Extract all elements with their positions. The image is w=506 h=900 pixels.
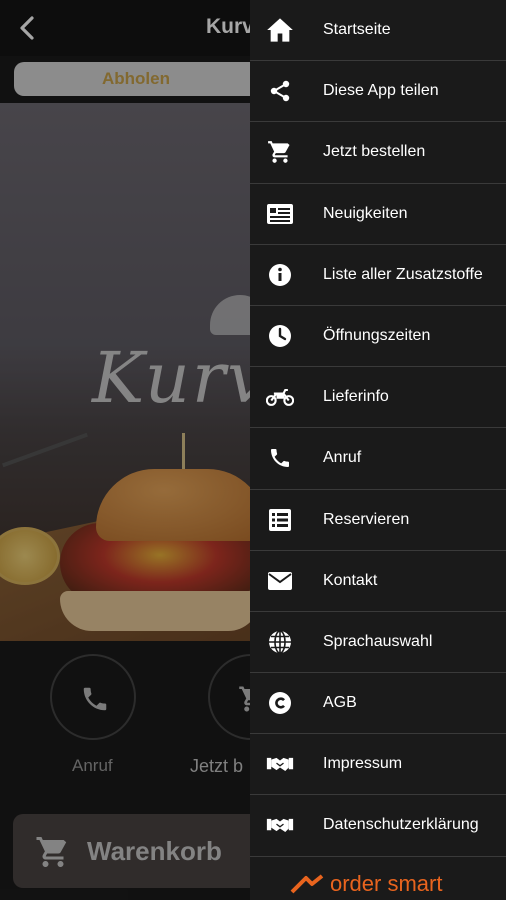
- copyright-icon: [266, 690, 294, 716]
- motorcycle-icon: [266, 384, 294, 410]
- menu-item-order-now[interactable]: Jetzt bestellen: [250, 122, 506, 184]
- menu-item-opening-hours[interactable]: Öffnungszeiten: [250, 306, 506, 368]
- menu-item-label: Reservieren: [323, 510, 410, 528]
- navigation-drawer: Startseite Diese App teilen Jetzt bestel…: [250, 0, 506, 900]
- order-smart-logo: order smart: [290, 871, 443, 896]
- menu-item-label: AGB: [323, 694, 357, 712]
- menu-item-label: Anruf: [323, 449, 362, 467]
- menu-item-contact[interactable]: Kontakt: [250, 551, 506, 612]
- mail-icon: [266, 568, 294, 594]
- home-icon: [266, 17, 294, 43]
- menu-item-startseite[interactable]: Startseite: [250, 0, 506, 62]
- drawer-menu: Startseite Diese App teilen Jetzt bestel…: [250, 0, 506, 857]
- list-icon: [266, 507, 294, 533]
- menu-item-news[interactable]: Neuigkeiten: [250, 184, 506, 245]
- handshake-icon: [266, 812, 294, 838]
- menu-item-language[interactable]: Sprachauswahl: [250, 612, 506, 674]
- handshake-icon: [266, 751, 294, 777]
- share-icon: [266, 78, 294, 104]
- menu-item-share-app[interactable]: Diese App teilen: [250, 61, 506, 123]
- menu-item-label: Datenschutzerklärung: [323, 816, 479, 834]
- menu-item-label: Liste aller Zusatzstoffe: [323, 265, 483, 283]
- menu-item-additives[interactable]: Liste aller Zusatzstoffe: [250, 245, 506, 306]
- cart-icon: [266, 139, 294, 165]
- phone-icon: [266, 445, 294, 471]
- menu-item-terms[interactable]: AGB: [250, 673, 506, 735]
- menu-item-label: Neuigkeiten: [323, 204, 408, 222]
- menu-item-label: Diese App teilen: [323, 82, 439, 100]
- news-icon: [266, 201, 294, 227]
- menu-item-reserve[interactable]: Reservieren: [250, 490, 506, 551]
- menu-item-label: Startseite: [323, 21, 391, 38]
- menu-item-label: Lieferinfo: [323, 388, 389, 406]
- info-icon: [266, 262, 294, 288]
- menu-item-label: Impressum: [323, 755, 403, 773]
- menu-item-label: Sprachauswahl: [323, 632, 433, 650]
- globe-icon: [266, 629, 294, 655]
- order-smart-brand: order smart: [330, 871, 443, 896]
- menu-item-privacy[interactable]: Datenschutzerklärung: [250, 795, 506, 857]
- menu-item-label: Kontakt: [323, 571, 378, 589]
- menu-item-imprint[interactable]: Impressum: [250, 734, 506, 796]
- order-smart-mark-icon: [290, 874, 324, 894]
- menu-item-call[interactable]: Anruf: [250, 428, 506, 490]
- menu-item-label: Jetzt bestellen: [323, 143, 426, 161]
- clock-icon: [266, 323, 294, 349]
- menu-item-delivery-info[interactable]: Lieferinfo: [250, 367, 506, 429]
- menu-item-label: Öffnungszeiten: [323, 326, 431, 344]
